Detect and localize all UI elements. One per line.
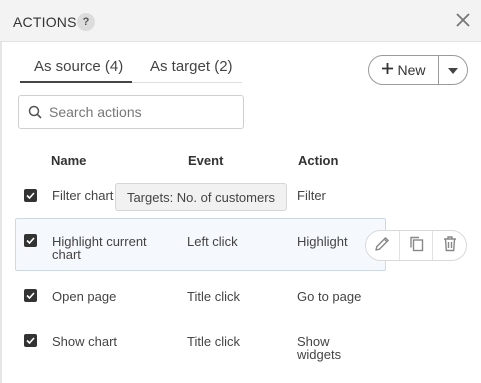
column-header-event[interactable]: Event <box>188 153 223 168</box>
panel-left-border <box>0 0 2 383</box>
new-action-split-button: New <box>368 55 468 85</box>
panel-header: ACTIONS ? <box>0 0 481 42</box>
search-field <box>18 95 244 129</box>
new-action-button[interactable]: New <box>369 56 438 84</box>
row-name: Show chart <box>52 334 118 349</box>
new-action-dropdown-button[interactable] <box>439 56 467 84</box>
trash-icon <box>442 235 458 257</box>
column-header-name[interactable]: Name <box>51 153 86 168</box>
duplicate-button[interactable] <box>400 231 433 260</box>
column-header-action[interactable]: Action <box>298 153 338 168</box>
row-action: Go to page <box>297 289 362 304</box>
row-event: Title click <box>187 334 240 349</box>
pencil-icon <box>374 235 391 257</box>
chevron-down-icon <box>448 61 458 79</box>
targets-tooltip: Targets: No. of customers <box>115 183 287 211</box>
close-icon[interactable] <box>454 11 472 29</box>
checkbox-checked-icon[interactable] <box>24 334 37 347</box>
plus-icon <box>381 62 394 78</box>
row-action: Highlight <box>297 234 348 249</box>
row-name: Highlight current chart <box>52 234 147 262</box>
checkbox-checked-icon[interactable] <box>24 189 37 202</box>
checkbox-checked-icon[interactable] <box>24 289 37 302</box>
tab-active-indicator <box>20 81 132 83</box>
row-event: Left click <box>187 234 238 249</box>
row-name: Open page <box>52 289 117 304</box>
row-action: Show widgets <box>297 334 342 362</box>
row-action-buttons <box>365 230 467 261</box>
checkbox-checked-icon[interactable] <box>24 234 37 247</box>
copy-icon <box>408 235 425 257</box>
row-action: Filter <box>297 188 326 203</box>
search-icon <box>28 105 42 124</box>
tab-as-target[interactable]: As target (2) <box>146 58 237 75</box>
tab-as-source[interactable]: As source (4) <box>30 58 127 75</box>
row-event: Title click <box>187 289 240 304</box>
search-input[interactable] <box>49 102 234 122</box>
delete-button[interactable] <box>433 231 466 260</box>
new-button-label: New <box>397 62 426 78</box>
help-icon[interactable]: ? <box>77 13 95 31</box>
panel-title: ACTIONS <box>13 14 77 30</box>
edit-button[interactable] <box>366 231 399 260</box>
